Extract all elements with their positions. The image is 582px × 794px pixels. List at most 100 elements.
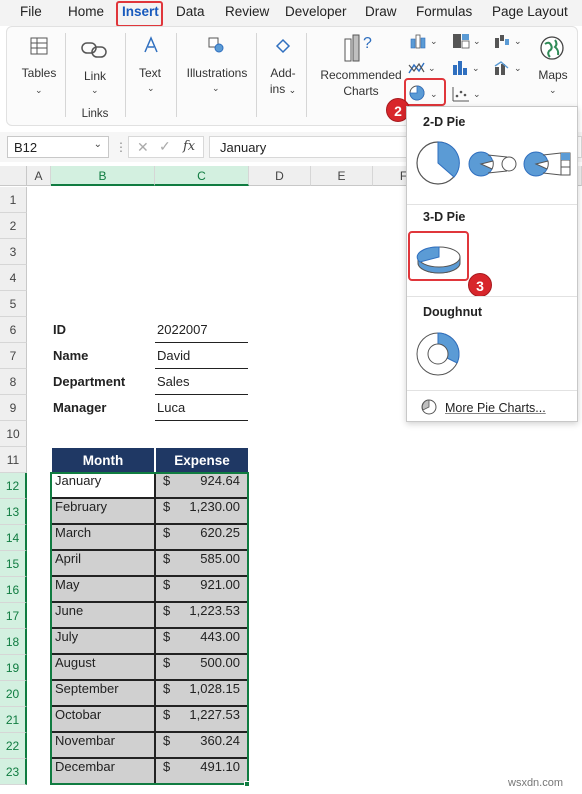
tab-draw[interactable]: Draw [365, 4, 397, 19]
tables-button[interactable]: Tables [18, 66, 60, 80]
row-header-15[interactable]: 15 [0, 551, 27, 577]
hierarchy-chart-icon[interactable]: ⌄ [452, 33, 482, 52]
statistic-chart-icon[interactable]: ⌄ [452, 60, 482, 79]
table-cell-month[interactable]: March [51, 524, 155, 550]
info-value-manager[interactable]: Luca [157, 400, 185, 415]
table-cell-expense[interactable]: $360.24 [155, 732, 248, 758]
currency-symbol: $ [163, 525, 171, 540]
row-header-16[interactable]: 16 [0, 577, 27, 603]
table-cell-expense[interactable]: $491.10 [155, 758, 248, 784]
table-cell-month[interactable]: February [51, 498, 155, 524]
table-cell-month[interactable]: September [51, 680, 155, 706]
cancel-icon[interactable]: ✕ [137, 139, 149, 156]
column-header-a[interactable]: A [27, 166, 51, 186]
scatter-chart-icon[interactable]: ⌄ [452, 86, 482, 105]
row-header-1[interactable]: 1 [0, 187, 27, 213]
doughnut-option[interactable] [415, 331, 461, 380]
row-header-5[interactable]: 5 [0, 291, 27, 317]
column-header-c[interactable]: C [155, 166, 249, 186]
table-cell-expense[interactable]: $500.00 [155, 654, 248, 680]
tab-data[interactable]: Data [176, 4, 205, 19]
table-cell-expense[interactable]: $1,227.53 [155, 706, 248, 732]
fill-handle[interactable] [244, 781, 250, 787]
table-cell-expense[interactable]: $924.64 [155, 472, 248, 498]
row-header-22[interactable]: 22 [0, 733, 27, 759]
recommended-charts-icon[interactable]: ? [342, 33, 376, 66]
tab-developer[interactable]: Developer [285, 4, 347, 19]
globe-icon[interactable] [539, 35, 565, 64]
tab-page-layout[interactable]: Page Layout [492, 4, 568, 19]
table-cell-expense[interactable]: $585.00 [155, 550, 248, 576]
table-cell-month[interactable]: June [51, 602, 155, 628]
row-header-12[interactable]: 12 [0, 473, 27, 499]
select-all-corner[interactable] [0, 166, 27, 186]
more-pie-charts-link[interactable]: More Pie Charts... [421, 399, 546, 418]
tab-review[interactable]: Review [225, 4, 269, 19]
info-value-name[interactable]: David [157, 348, 190, 363]
tab-home[interactable]: Home [68, 4, 104, 19]
row-header-21[interactable]: 21 [0, 707, 27, 733]
bar-of-pie-option[interactable] [523, 149, 573, 182]
column-header-d[interactable]: D [249, 166, 311, 186]
line-chart-icon[interactable]: ⌄ [408, 60, 438, 79]
illustrations-button[interactable]: Illustrations [183, 66, 251, 80]
table-cell-month[interactable]: August [51, 654, 155, 680]
table-cell-expense[interactable]: $1,230.00 [155, 498, 248, 524]
table-cell-month[interactable]: April [51, 550, 155, 576]
column-chart-icon[interactable]: ⌄ [410, 33, 440, 52]
row-header-8[interactable]: 8 [0, 369, 27, 395]
row-header-13[interactable]: 13 [0, 499, 27, 525]
insert-function-button[interactable]: fx [183, 139, 195, 154]
table-cell-expense[interactable]: $921.00 [155, 576, 248, 602]
drag-handle-icon[interactable]: ⋮ [115, 140, 127, 154]
text-icon[interactable] [143, 36, 159, 57]
row-header-7[interactable]: 7 [0, 343, 27, 369]
table-cell-month[interactable]: May [51, 576, 155, 602]
column-header-b[interactable]: B [51, 166, 155, 186]
text-button[interactable]: Text [132, 66, 168, 80]
row-header-9[interactable]: 9 [0, 395, 27, 421]
row-header-20[interactable]: 20 [0, 681, 27, 707]
row-header-3[interactable]: 3 [0, 239, 27, 265]
table-cell-month[interactable]: Decembar [51, 758, 155, 784]
addins-button[interactable]: Add- [263, 66, 303, 80]
addins-icon[interactable] [274, 37, 292, 58]
row-header-19[interactable]: 19 [0, 655, 27, 681]
info-value-department[interactable]: Sales [157, 374, 190, 389]
row-header-10[interactable]: 10 [0, 421, 27, 447]
table-cell-month[interactable]: Novembar [51, 732, 155, 758]
combo-chart-icon[interactable]: ⌄ [494, 60, 524, 79]
illustrations-icon[interactable] [207, 36, 225, 57]
row-header-11[interactable]: 11 [0, 447, 27, 473]
table-cell-month[interactable]: January [51, 472, 155, 498]
row-header-17[interactable]: 17 [0, 603, 27, 629]
table-cell-expense[interactable]: $620.25 [155, 524, 248, 550]
table-cell-expense[interactable]: $443.00 [155, 628, 248, 654]
row-header-4[interactable]: 4 [0, 265, 27, 291]
recommended-charts-button[interactable]: Recommended [316, 68, 406, 82]
check-icon[interactable]: ✓ [159, 138, 171, 155]
row-header-14[interactable]: 14 [0, 525, 27, 551]
row-header-23[interactable]: 23 [0, 759, 27, 785]
table-header-month[interactable]: Month [51, 447, 155, 473]
pie-of-pie-option[interactable] [468, 149, 518, 182]
pie-2d-option[interactable] [414, 139, 462, 190]
row-header-18[interactable]: 18 [0, 629, 27, 655]
table-cell-month[interactable]: Octobar [51, 706, 155, 732]
row-header-6[interactable]: 6 [0, 317, 27, 343]
waterfall-chart-icon[interactable]: ⌄ [494, 33, 524, 52]
table-cell-expense[interactable]: $1,223.53 [155, 602, 248, 628]
column-header-e[interactable]: E [311, 166, 373, 186]
tab-file[interactable]: File [20, 4, 42, 19]
link-icon[interactable] [80, 39, 110, 64]
maps-button[interactable]: Maps [532, 68, 574, 82]
table-icon[interactable] [30, 37, 48, 58]
table-cell-expense[interactable]: $1,028.15 [155, 680, 248, 706]
info-value-id[interactable]: 2022007 [157, 322, 208, 337]
table-header-expense[interactable]: Expense [155, 447, 249, 473]
name-box[interactable]: B12 ⌄ [7, 136, 109, 158]
table-cell-month[interactable]: July [51, 628, 155, 654]
row-header-2[interactable]: 2 [0, 213, 27, 239]
link-button[interactable]: Link [74, 69, 116, 83]
tab-formulas[interactable]: Formulas [416, 4, 472, 19]
